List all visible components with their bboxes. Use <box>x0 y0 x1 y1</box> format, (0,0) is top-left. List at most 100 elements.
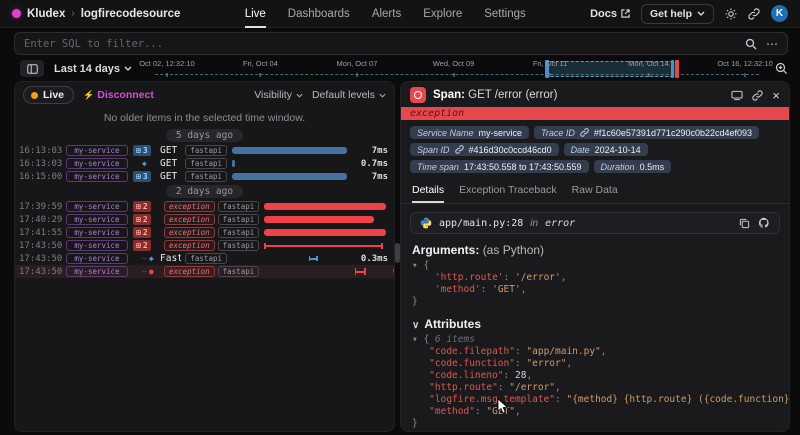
row-tags: fastapi <box>185 171 227 182</box>
meta-badge-span-id: Span ID#416d30c0ccd46cd0 <box>410 143 559 156</box>
duration-bar <box>232 173 347 180</box>
visibility-dropdown[interactable]: Visibility <box>254 89 303 101</box>
share-link-icon[interactable] <box>748 8 760 20</box>
time-range-dropdown[interactable]: Last 14 days <box>54 63 132 75</box>
timeline-histogram[interactable]: Oct 02, 12:32:10Fri, Oct 04Mon, Oct 07We… <box>142 58 765 79</box>
trace-row[interactable]: 17:39:59my-service⊞2GET /errorexceptionf… <box>15 200 394 213</box>
time-divider-label: 2 days ago <box>166 185 243 198</box>
indent <box>412 370 429 381</box>
fastapi-tag: fastapi <box>218 201 260 212</box>
detail-tab-exception-traceback[interactable]: Exception Traceback <box>459 184 556 203</box>
tab-dashboards[interactable]: Dashboards <box>288 0 350 28</box>
dock-panel-icon[interactable] <box>731 90 743 101</box>
colon: : <box>515 346 526 357</box>
code-in-word: in <box>530 218 538 229</box>
meta-value: 2024-10-14 <box>595 145 641 155</box>
meta-badge-duration: Duration0.5ms <box>594 160 672 173</box>
exception-tag: exception <box>164 201 215 212</box>
github-icon[interactable] <box>758 217 770 229</box>
comma: , <box>561 272 567 283</box>
meta-value: #416d30c0ccd46cd0 <box>469 145 552 155</box>
span-title: Span: GET /error (error) <box>433 89 724 101</box>
exception-tag: exception <box>164 266 215 277</box>
span-interval-marker <box>309 256 318 261</box>
disconnect-button[interactable]: ⚡ Disconnect <box>83 89 154 101</box>
child-count: 3 <box>143 171 148 182</box>
tab-settings[interactable]: Settings <box>484 0 526 28</box>
trace-row[interactable]: 16:15:00my-service⊞3GET /fastapi7ms <box>15 170 394 183</box>
row-tags: fastapi <box>185 158 227 169</box>
trace-row[interactable]: 17:43:50my-service─●GET /error (error)ex… <box>15 265 394 278</box>
trace-row[interactable]: 17:40:29my-service⊞2GET /errorexceptionf… <box>15 213 394 226</box>
default-levels-label: Default levels <box>312 89 375 101</box>
selection-right-handle[interactable] <box>671 60 674 78</box>
duration-bar <box>264 216 374 223</box>
tab-alerts[interactable]: Alerts <box>372 0 401 28</box>
live-toggle[interactable]: Live <box>23 86 74 104</box>
zoom-in-icon[interactable] <box>775 62 788 75</box>
meta-badge-date: Date2024-10-14 <box>564 143 648 156</box>
attr-value: "GET" <box>486 406 515 417</box>
arguments-section: Arguments: (as Python) ▾ { 'http.route':… <box>401 234 789 308</box>
user-avatar[interactable]: K <box>771 5 788 22</box>
attributes-heading[interactable]: ∨Attributes <box>412 317 778 331</box>
trace-row[interactable]: 17:43:50my-service─◆FastAPI argumentsfas… <box>15 252 394 265</box>
meta-label: Time span <box>417 162 459 172</box>
toggle-sidebar-icon[interactable] <box>20 60 44 77</box>
detail-tab-raw-data[interactable]: Raw Data <box>572 184 618 203</box>
panel-resize-handle[interactable] <box>395 243 400 263</box>
trace-row[interactable]: 17:41:55my-service⊞2GET /errorexceptionf… <box>15 226 394 239</box>
close-icon[interactable]: × <box>772 89 780 102</box>
comma: , <box>515 406 521 417</box>
span-kind-column: ─● <box>133 267 160 276</box>
expand-spans-badge[interactable]: ⊞2 <box>133 201 151 212</box>
time-range-label: Last 14 days <box>54 63 120 75</box>
expand-spans-badge[interactable]: ⊞2 <box>133 227 151 238</box>
duration-bar-track <box>232 144 354 157</box>
live-label: Live <box>43 89 64 101</box>
colon: : <box>504 272 515 283</box>
row-tags: exceptionfastapi <box>164 201 259 212</box>
expand-spans-badge[interactable]: ⊞2 <box>133 240 151 251</box>
expand-icon: ⊞ <box>136 240 141 251</box>
child-count: 2 <box>143 214 148 225</box>
tab-live[interactable]: Live <box>245 0 266 28</box>
expand-icon: ⊞ <box>136 145 141 156</box>
timeline-tick-label: Oct 02, 12:32:10 <box>139 59 194 68</box>
colon: : <box>515 358 526 369</box>
row-timestamp: 17:43:50 <box>19 241 66 251</box>
copy-icon[interactable] <box>739 217 750 229</box>
indent <box>412 394 429 405</box>
trace-row[interactable]: 17:43:50my-service⊞2GET /errorexceptionf… <box>15 239 394 252</box>
copy-link-icon[interactable] <box>752 90 763 101</box>
duration-bar-track <box>232 157 354 170</box>
expand-spans-badge[interactable]: ⊞2 <box>133 214 151 225</box>
timeline-tick-mark <box>648 73 649 77</box>
duration-bar-track <box>232 170 354 183</box>
code-line: ▾ { <box>412 260 778 272</box>
default-levels-dropdown[interactable]: Default levels <box>312 89 386 101</box>
expand-spans-badge[interactable]: ⊞3 <box>133 145 151 156</box>
breadcrumb-org[interactable]: Kludex <box>27 8 65 20</box>
expand-spans-badge[interactable]: ⊞3 <box>133 171 151 182</box>
time-divider-label: 5 days ago <box>166 129 243 142</box>
duration-bar-track <box>232 252 354 265</box>
row-timestamp: 17:43:50 <box>19 254 66 264</box>
detail-tab-details[interactable]: Details <box>412 184 444 203</box>
breadcrumb-project[interactable]: logfirecodesource <box>81 8 181 20</box>
search-icon[interactable] <box>745 38 757 50</box>
span-title-text: GET /error (error) <box>468 89 557 101</box>
trace-row[interactable]: 16:13:03my-service⊞3GET /fastapi7ms <box>15 144 394 157</box>
code-path[interactable]: app/main.py:28 <box>439 218 523 229</box>
docs-link[interactable]: Docs <box>590 8 630 20</box>
duration-bar <box>232 160 235 167</box>
theme-toggle-icon[interactable] <box>725 8 737 20</box>
service-badge: my-service <box>66 266 128 277</box>
sql-filter-input[interactable] <box>24 38 745 50</box>
trace-row[interactable]: 16:13:03my-service◆GET /favicon.icofasta… <box>15 157 394 170</box>
more-options-icon[interactable]: ⋯ <box>766 38 779 50</box>
service-badge: my-service <box>66 253 128 264</box>
code-line: "code.lineno": 28, <box>412 370 778 382</box>
tab-explore[interactable]: Explore <box>423 0 462 28</box>
get-help-button[interactable]: Get help <box>641 4 714 24</box>
